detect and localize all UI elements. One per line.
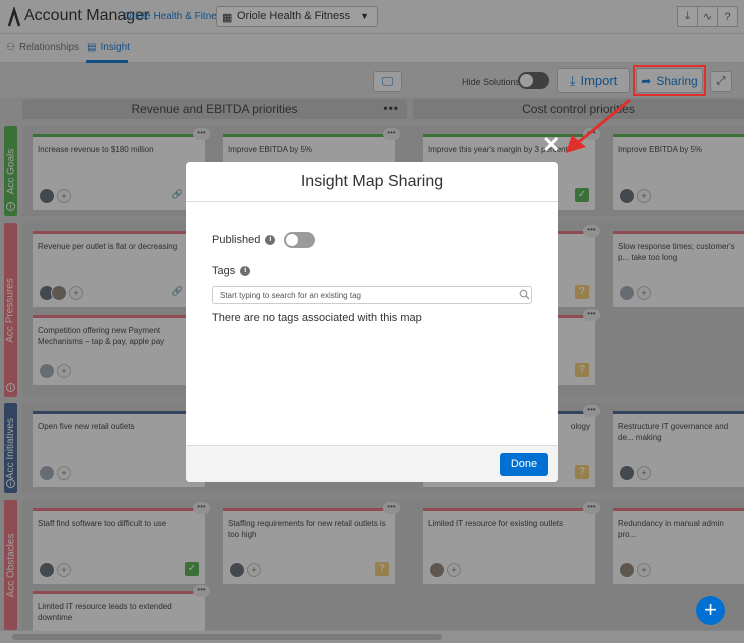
sharing-highlight-box bbox=[633, 65, 706, 96]
tags-row: Tags i bbox=[212, 265, 251, 277]
search-icon bbox=[519, 289, 530, 300]
published-row: Published i bbox=[212, 234, 276, 246]
close-icon[interactable]: ✕ bbox=[542, 134, 560, 156]
tags-label: Tags bbox=[212, 265, 236, 277]
published-label: Published bbox=[212, 234, 261, 246]
info-icon[interactable]: i bbox=[265, 235, 276, 246]
tag-search-input[interactable] bbox=[212, 286, 532, 304]
info-icon[interactable]: i bbox=[240, 266, 251, 277]
add-fab-button[interactable]: + bbox=[696, 596, 725, 625]
modal-body: Publishedi Tagsi There are no tags assoc… bbox=[186, 202, 558, 445]
annotation-arrow-icon bbox=[566, 98, 631, 153]
no-tags-message: There are no tags associated with this m… bbox=[212, 312, 422, 324]
done-button[interactable]: Done bbox=[500, 453, 548, 476]
published-toggle[interactable] bbox=[284, 232, 315, 248]
modal-footer: Done bbox=[186, 445, 558, 482]
sharing-modal: Insight Map Sharing Publishedi Tagsi The… bbox=[186, 162, 558, 482]
modal-title: Insight Map Sharing bbox=[186, 162, 558, 202]
